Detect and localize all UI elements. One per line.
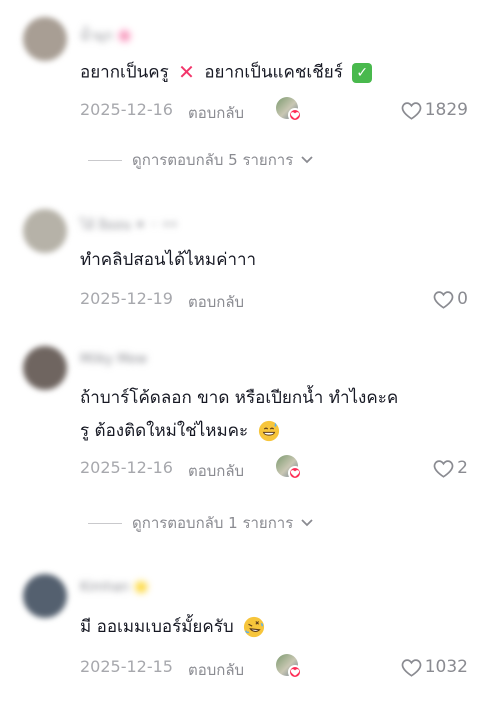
comment-meta: 2025-12-16 ตอบกลับ 1829 (80, 97, 468, 123)
comment-username[interactable]: ไอ้ อิออน ✦ ·· •• (80, 214, 178, 233)
comment-date: 2025-12-15 (80, 657, 173, 676)
comment-text: ทำคลิปสอนได้ไหมค่าาา (80, 250, 257, 270)
view-replies-label: ดูการตอบกลับ 1 รายการ (132, 514, 294, 532)
heart-outline-icon (401, 658, 422, 677)
reply-button[interactable]: ตอบกลับ (188, 101, 244, 125)
view-replies-button[interactable]: ดูการตอบกลับ 5 รายการ (88, 150, 313, 170)
like-count: 0 (457, 289, 468, 309)
replies-divider (88, 522, 122, 524)
avatar[interactable] (23, 209, 67, 253)
view-replies-button[interactable]: ดูการตอบกลับ 1 รายการ (88, 513, 313, 533)
replies-divider (88, 159, 122, 161)
like-count: 2 (457, 458, 468, 478)
reply-button[interactable]: ตอบกลับ (188, 290, 244, 314)
comment-meta: 2025-12-19 ตอบกลับ 0 (80, 286, 468, 312)
comment-meta: 2025-12-16 ตอบกลับ 2 (80, 455, 468, 481)
comment-text-part: อยากเป็นแคชเชียร์ (204, 62, 343, 83)
heart-outline-icon (401, 101, 422, 120)
like-count: 1032 (424, 657, 468, 677)
heart-filled-icon (288, 108, 302, 122)
comment-username[interactable]: Milky Mew (80, 352, 147, 368)
comment-username[interactable]: น้ำมุก 🌸 (80, 25, 133, 44)
comment-meta: 2025-12-15 ตอบกลับ 1032 (80, 654, 468, 680)
like-count: 1829 (424, 100, 468, 120)
avatar[interactable] (23, 574, 67, 618)
avatar[interactable] (23, 346, 67, 390)
comment-text-line: รู ต้องติดใหม่ใช่ไหมคะ (80, 421, 249, 441)
comment-date: 2025-12-19 (80, 289, 173, 308)
like-button[interactable]: 1829 (401, 97, 468, 123)
heart-outline-icon (433, 459, 454, 478)
like-button[interactable]: 2 (433, 455, 468, 481)
cross-mark-emoji-icon: ✕ (178, 60, 195, 84)
reply-button[interactable]: ตอบกลับ (188, 658, 244, 682)
comment-date: 2025-12-16 (80, 458, 173, 477)
comment-text: อยากเป็นครู ✕ อยากเป็นแคชเชียร์ ✓ (80, 56, 450, 90)
comment-text-part: อยากเป็นครู (80, 62, 169, 83)
comment-text-part: มี ออเมมเบอร์มั้ยครับ (80, 617, 234, 637)
heart-filled-icon (288, 466, 302, 480)
chevron-down-icon (301, 156, 313, 164)
comment-text: มี ออเมมเบอร์มั้ยครับ (80, 611, 450, 644)
view-replies-label: ดูการตอบกลับ 5 รายการ (132, 151, 294, 169)
comment-date: 2025-12-16 (80, 100, 173, 119)
heart-outline-icon (433, 290, 454, 309)
chevron-down-icon (301, 519, 313, 527)
like-button[interactable]: 1032 (401, 654, 468, 680)
rolling-laughing-emoji-icon (243, 616, 265, 638)
comment-text: ถ้าบาร์โค้ดลอก ขาด หรือเปียกน้ำ ทำไงคะค … (80, 382, 450, 448)
comment-text-line: ถ้าบาร์โค้ดลอก ขาด หรือเปียกน้ำ ทำไงคะค (80, 388, 399, 408)
reply-button[interactable]: ตอบกลับ (188, 459, 244, 483)
grinning-sweat-emoji-icon (258, 420, 279, 442)
comment-text-line-wrap: รู ต้องติดใหม่ใช่ไหมคะ (80, 415, 450, 448)
avatar[interactable] (23, 17, 67, 61)
heart-filled-icon (288, 665, 302, 679)
check-mark-emoji-icon: ✓ (352, 62, 373, 83)
comment-username[interactable]: Kimhan 🌟 (80, 580, 150, 596)
like-button[interactable]: 0 (433, 286, 468, 312)
